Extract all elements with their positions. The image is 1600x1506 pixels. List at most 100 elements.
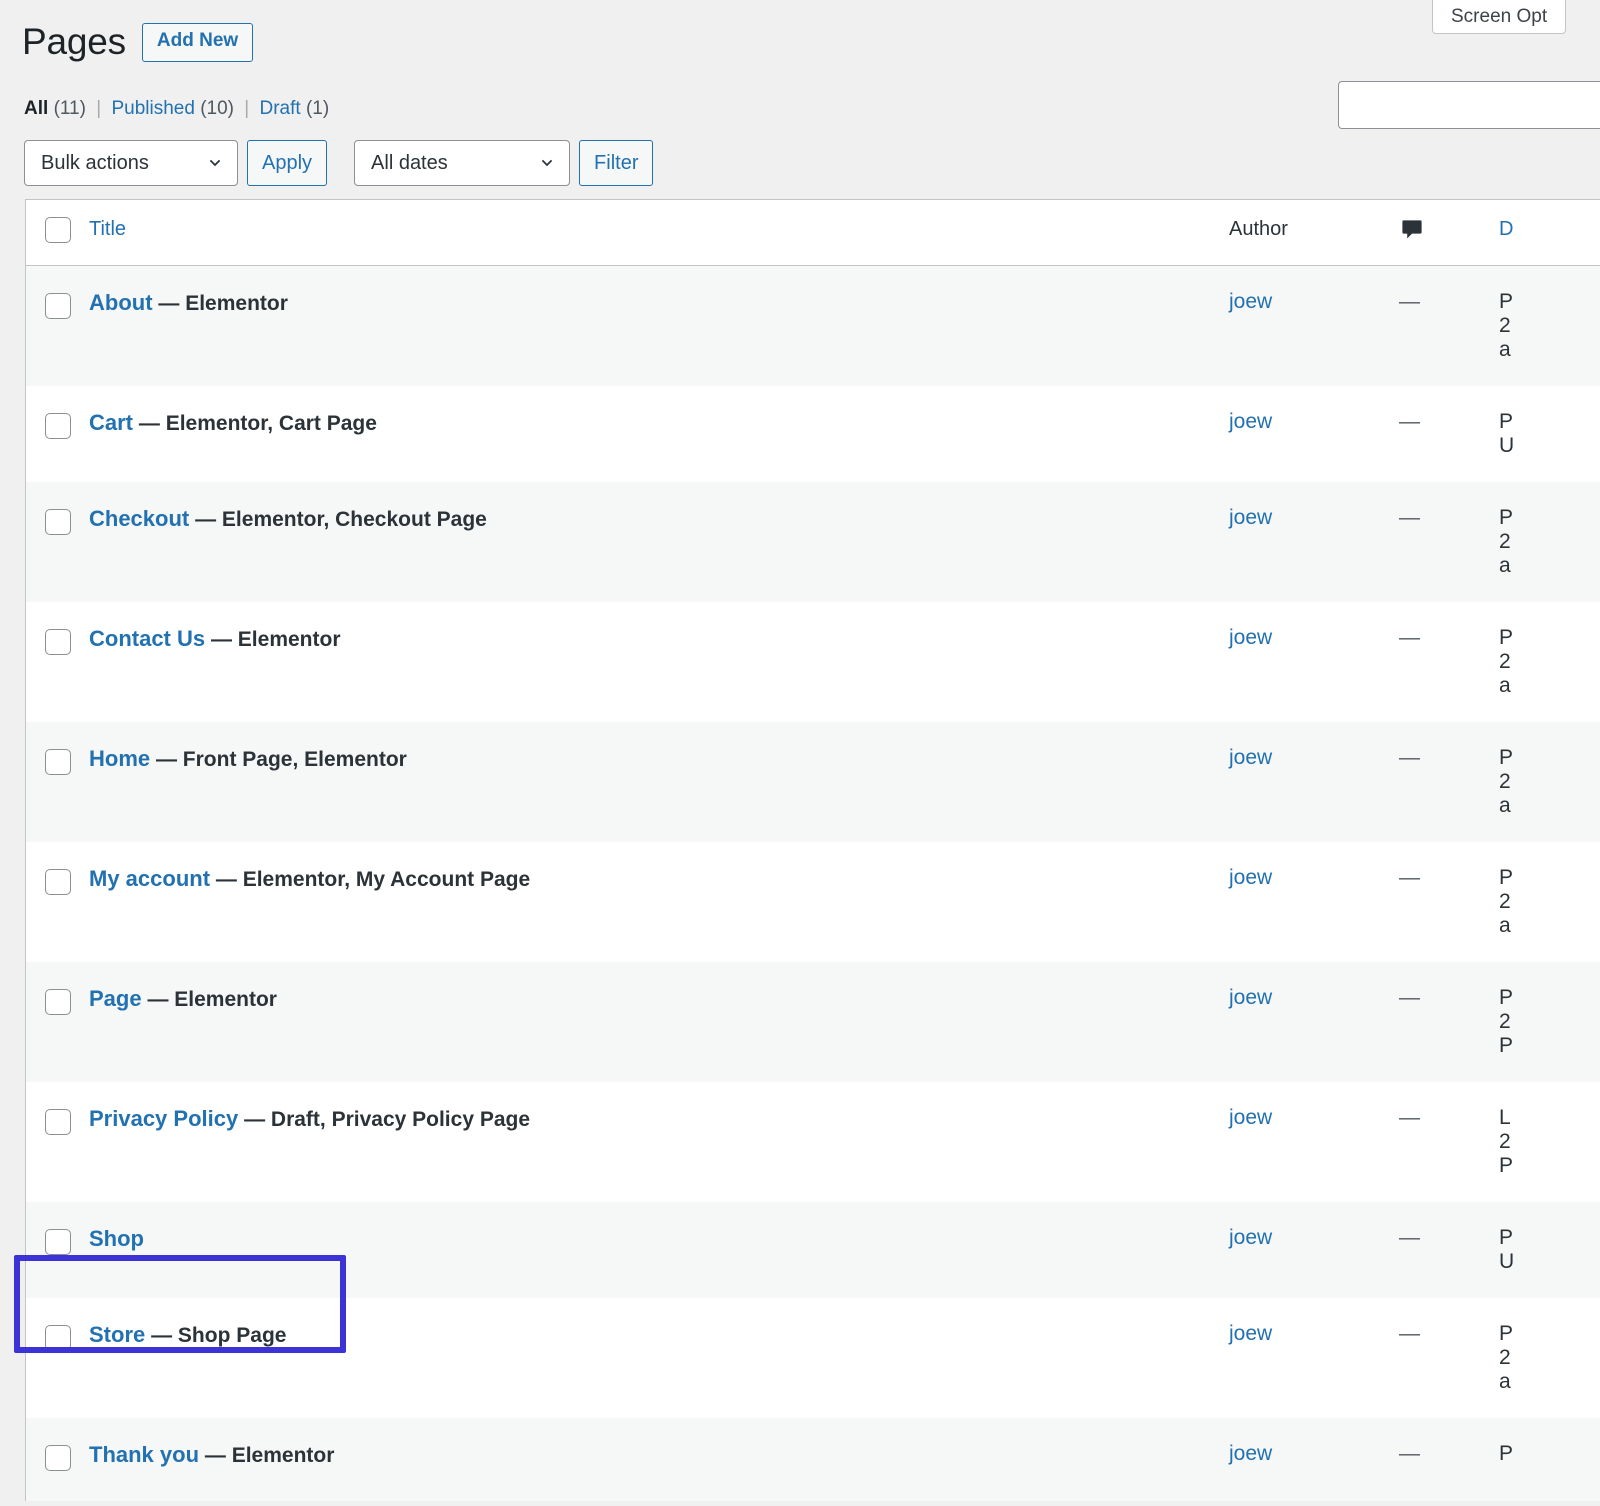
row-title-link[interactable]: Contact Us [89,626,205,651]
table-row[interactable]: Contact Us — Elementorjoew—P2a [26,602,1600,722]
row-checkbox[interactable] [45,749,71,775]
row-checkbox[interactable] [45,1109,71,1135]
row-checkbox[interactable] [45,869,71,895]
row-checkbox[interactable] [45,1445,71,1471]
row-author-link[interactable]: joew [1229,506,1272,529]
table-nav-top: Bulk actions Apply All dates Filter [24,140,653,186]
table-head: Title Author D [26,200,1600,266]
column-header-title-link[interactable]: Title [89,218,126,240]
view-draft[interactable]: Draft (1) [259,98,329,119]
column-header-author: Author [1228,200,1398,266]
row-title-link[interactable]: About [89,290,153,315]
row-comments-cell: — [1398,962,1498,1082]
row-title-cell: My account — Elementor, My Account Page [88,842,1228,962]
column-header-date[interactable]: D [1498,200,1600,266]
row-comments-count: — [1399,1226,1420,1249]
apply-button[interactable]: Apply [247,140,327,186]
row-select-cell [26,602,88,722]
table-row[interactable]: Store — Shop Page joew — P2a [26,1298,1600,1418]
row-date-line: 2 [1499,530,1600,554]
row-comments-count: — [1399,1322,1420,1345]
row-author-link[interactable]: joew [1229,1106,1272,1129]
row-date-value: P2a [1499,1322,1600,1394]
table-header-row: Title Author D [26,200,1600,266]
row-author-link[interactable]: joew [1229,866,1272,889]
column-header-comments[interactable] [1398,200,1498,266]
view-published[interactable]: Published (10) [111,98,239,119]
row-checkbox[interactable] [45,413,71,439]
row-title-cell: Page — Elementor [88,962,1228,1082]
row-title-link[interactable]: Cart [89,410,133,435]
date-filter-wrapper[interactable]: All dates [354,140,570,186]
row-date-line: 2 [1499,1010,1600,1034]
row-date-line: P [1499,986,1600,1010]
column-header-date-link[interactable]: D [1499,218,1513,240]
row-date-value: P2a [1499,290,1600,362]
table-row[interactable]: Thank you — Elementorjoew—P [26,1418,1600,1501]
view-published-label[interactable]: Published [111,98,194,119]
row-title-link[interactable]: Thank you [89,1442,199,1467]
table-row[interactable]: Privacy Policy — Draft, Privacy Policy P… [26,1082,1600,1202]
select-all-checkbox[interactable] [45,217,71,243]
row-checkbox[interactable] [45,629,71,655]
row-title-link[interactable]: Shop [89,1226,144,1251]
row-title-link[interactable]: Home [89,746,150,771]
row-author-link[interactable]: joew [1229,986,1272,1009]
row-title-cell: About — Elementor [88,266,1228,387]
row-title-cell: Contact Us — Elementor [88,602,1228,722]
row-author-link[interactable]: joew [1229,746,1272,769]
bulk-actions-wrapper[interactable]: Bulk actions [24,140,238,186]
screen-options-button[interactable]: Screen Opt [1432,0,1566,34]
row-author-link[interactable]: joew [1229,410,1272,433]
row-comments-count: — [1399,290,1420,313]
bulk-actions-select[interactable]: Bulk actions [24,140,238,186]
row-title-link[interactable]: Checkout [89,506,189,531]
column-header-title[interactable]: Title [88,200,1228,266]
row-date-cell: P2a [1498,722,1600,842]
row-date-line: P [1499,626,1600,650]
row-author-link[interactable]: joew [1229,1226,1272,1249]
table-row[interactable]: Cart — Elementor, Cart Pagejoew—PU [26,386,1600,482]
table-row[interactable]: About — Elementorjoew — P2a [26,266,1600,387]
row-comments-count: — [1399,746,1420,769]
row-date-line: a [1499,1370,1600,1394]
row-checkbox[interactable] [45,293,71,319]
view-all-count: (11) [54,98,86,119]
row-comments-count: — [1399,410,1420,433]
row-author-link[interactable]: joew [1229,1442,1272,1465]
row-title-link[interactable]: Page [89,986,142,1011]
row-author-link[interactable]: joew [1229,626,1272,649]
view-all[interactable]: All (11) [24,98,91,119]
row-comments-cell: — [1398,722,1498,842]
table-row[interactable]: Checkout — Elementor, Checkout Pagejoew—… [26,482,1600,602]
date-filter-select[interactable]: All dates [354,140,570,186]
row-title-link[interactable]: Store [89,1322,145,1347]
table-row[interactable]: My account — Elementor, My Account Pagej… [26,842,1600,962]
row-title-link[interactable]: My account [89,866,210,891]
row-author-link[interactable]: joew [1229,1322,1272,1345]
table-row[interactable]: Page — Elementorjoew—P2P [26,962,1600,1082]
row-checkbox[interactable] [45,1325,71,1351]
row-title-cell: Privacy Policy — Draft, Privacy Policy P… [88,1082,1228,1202]
table-body: About — Elementorjoew—P2aCart — Elemento… [26,266,1600,1502]
row-title-link[interactable]: Privacy Policy [89,1106,238,1131]
row-checkbox[interactable] [45,989,71,1015]
row-checkbox[interactable] [45,509,71,535]
table-row[interactable]: Home — Front Page, Elementorjoew—P2a [26,722,1600,842]
add-new-button[interactable]: Add New [142,23,253,62]
row-comments-cell: — [1398,386,1498,482]
row-post-state: — Shop Page [151,1324,286,1347]
table-row[interactable]: Shop joew — PU [26,1202,1600,1298]
row-select-cell [26,1082,88,1202]
row-checkbox[interactable] [45,1229,71,1255]
row-post-state: — Draft, Privacy Policy Page [244,1108,530,1131]
row-post-state: — Elementor [211,628,341,651]
row-author-cell: joew [1228,722,1398,842]
row-comments-count: — [1399,1106,1420,1129]
row-date-line: 2 [1499,1130,1600,1154]
filter-button[interactable]: Filter [579,140,653,186]
row-author-link[interactable]: joew [1229,290,1272,313]
row-date-cell: PU [1498,1202,1600,1298]
view-draft-label[interactable]: Draft [259,98,300,119]
search-input[interactable] [1338,81,1600,129]
